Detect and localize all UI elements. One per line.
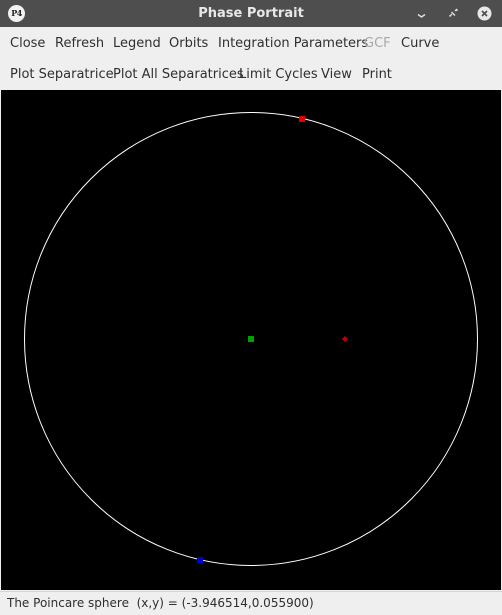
integration-parameters-button[interactable]: Integration Parameters xyxy=(218,28,368,59)
legend-button[interactable]: Legend xyxy=(113,28,161,59)
plot-separatrice-button[interactable]: Plot Separatrice xyxy=(10,59,114,90)
refresh-button[interactable]: Refresh xyxy=(55,28,104,59)
close-icon[interactable] xyxy=(477,6,492,21)
phase-portrait-canvas[interactable] xyxy=(1,90,501,590)
curve-button[interactable]: Curve xyxy=(401,28,439,59)
restore-icon[interactable] xyxy=(446,6,461,21)
limit-cycles-button[interactable]: Limit Cycles xyxy=(239,59,318,90)
orbits-button[interactable]: Orbits xyxy=(169,28,208,59)
blue-point-bottom xyxy=(197,557,203,563)
minimize-icon[interactable] xyxy=(414,6,429,21)
gcf-button: GCF xyxy=(364,36,391,51)
phase-portrait-window: P4 Phase Portrait Close Refresh Legend O… xyxy=(0,0,502,615)
title-bar[interactable]: P4 Phase Portrait xyxy=(0,0,502,27)
green-point xyxy=(248,336,254,342)
red-point-top xyxy=(299,116,305,122)
status-text: The Poincare sphere (x,y) = (-3.946514,0… xyxy=(7,596,314,610)
close-button[interactable]: Close xyxy=(10,28,45,59)
toolbar-row-1: Close Refresh Legend Orbits Integration … xyxy=(0,28,502,59)
status-bar: The Poincare sphere (x,y) = (-3.946514,0… xyxy=(0,591,502,615)
print-button[interactable]: Print xyxy=(362,59,392,90)
toolbar-row-2: Plot Separatrice Plot All Separatrices L… xyxy=(0,59,502,90)
plot-all-separatrices-button[interactable]: Plot All Separatrices xyxy=(113,59,244,90)
poincare-plot[interactable] xyxy=(1,90,501,590)
view-button[interactable]: View xyxy=(321,59,352,90)
